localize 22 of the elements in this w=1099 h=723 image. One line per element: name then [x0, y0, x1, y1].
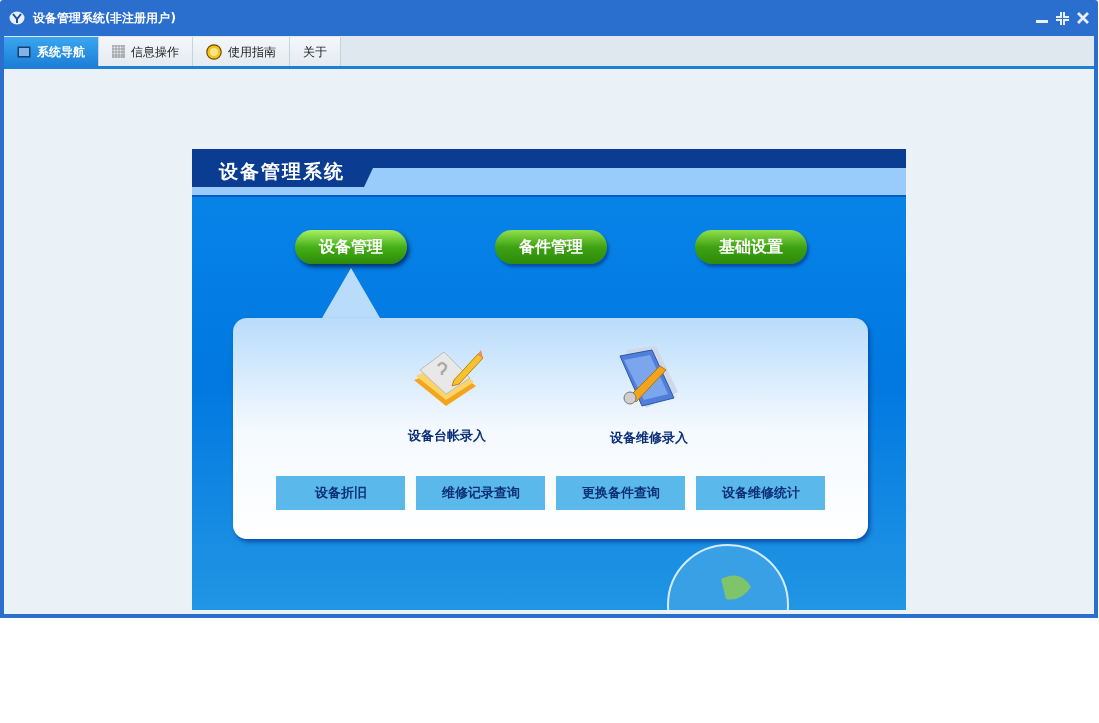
- tab[interactable]: 系统导航: [4, 37, 99, 66]
- tab[interactable]: 使用指南: [193, 37, 290, 66]
- monitor-icon: [17, 45, 31, 58]
- menu-pill-button[interactable]: 基础设置: [695, 230, 807, 264]
- menu-pill-button[interactable]: 备件管理: [495, 230, 607, 264]
- app-logo-icon: [9, 11, 25, 25]
- tab[interactable]: 信息操作: [99, 37, 193, 66]
- help-icon: [206, 43, 222, 60]
- tab[interactable]: 关于: [290, 37, 341, 66]
- pointer-triangle: [322, 268, 380, 318]
- function-button[interactable]: 更换备件查询: [556, 475, 685, 510]
- function-button[interactable]: 设备折旧: [276, 475, 405, 510]
- function-button[interactable]: 设备维修统计: [696, 475, 825, 510]
- banner-title: 设备管理系统: [219, 159, 345, 184]
- shortcut-link[interactable]: 设备维修录入: [610, 428, 688, 448]
- function-button[interactable]: 维修记录查询: [416, 475, 545, 510]
- window-title: 设备管理系统(非注册用户): [33, 10, 176, 27]
- restore-icon[interactable]: [1056, 11, 1069, 25]
- close-icon[interactable]: [1077, 12, 1089, 24]
- menu-pill-button[interactable]: 设备管理: [295, 230, 407, 264]
- shortcut-link[interactable]: 设备台帐录入: [408, 426, 486, 446]
- grid-icon: [112, 45, 125, 58]
